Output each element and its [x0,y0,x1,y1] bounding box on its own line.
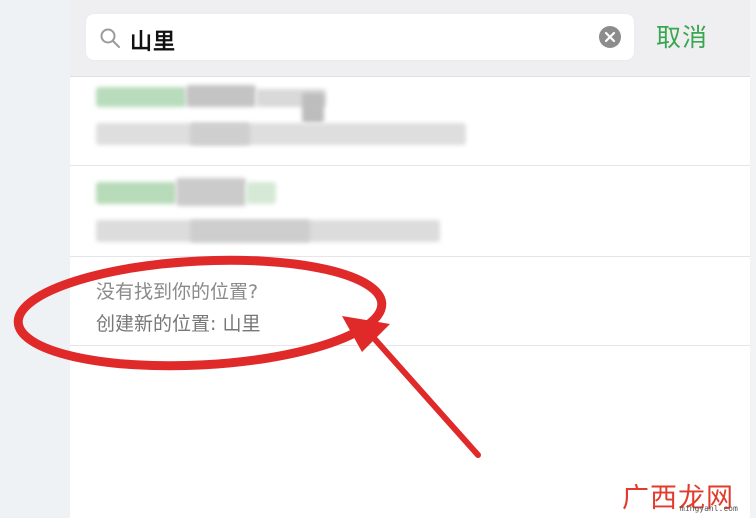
annotation-arrow-shaft [369,333,481,458]
watermark-url: mingyanl.com [680,504,738,513]
annotation-overlay [13,255,481,458]
annotation-ellipse [13,255,387,371]
